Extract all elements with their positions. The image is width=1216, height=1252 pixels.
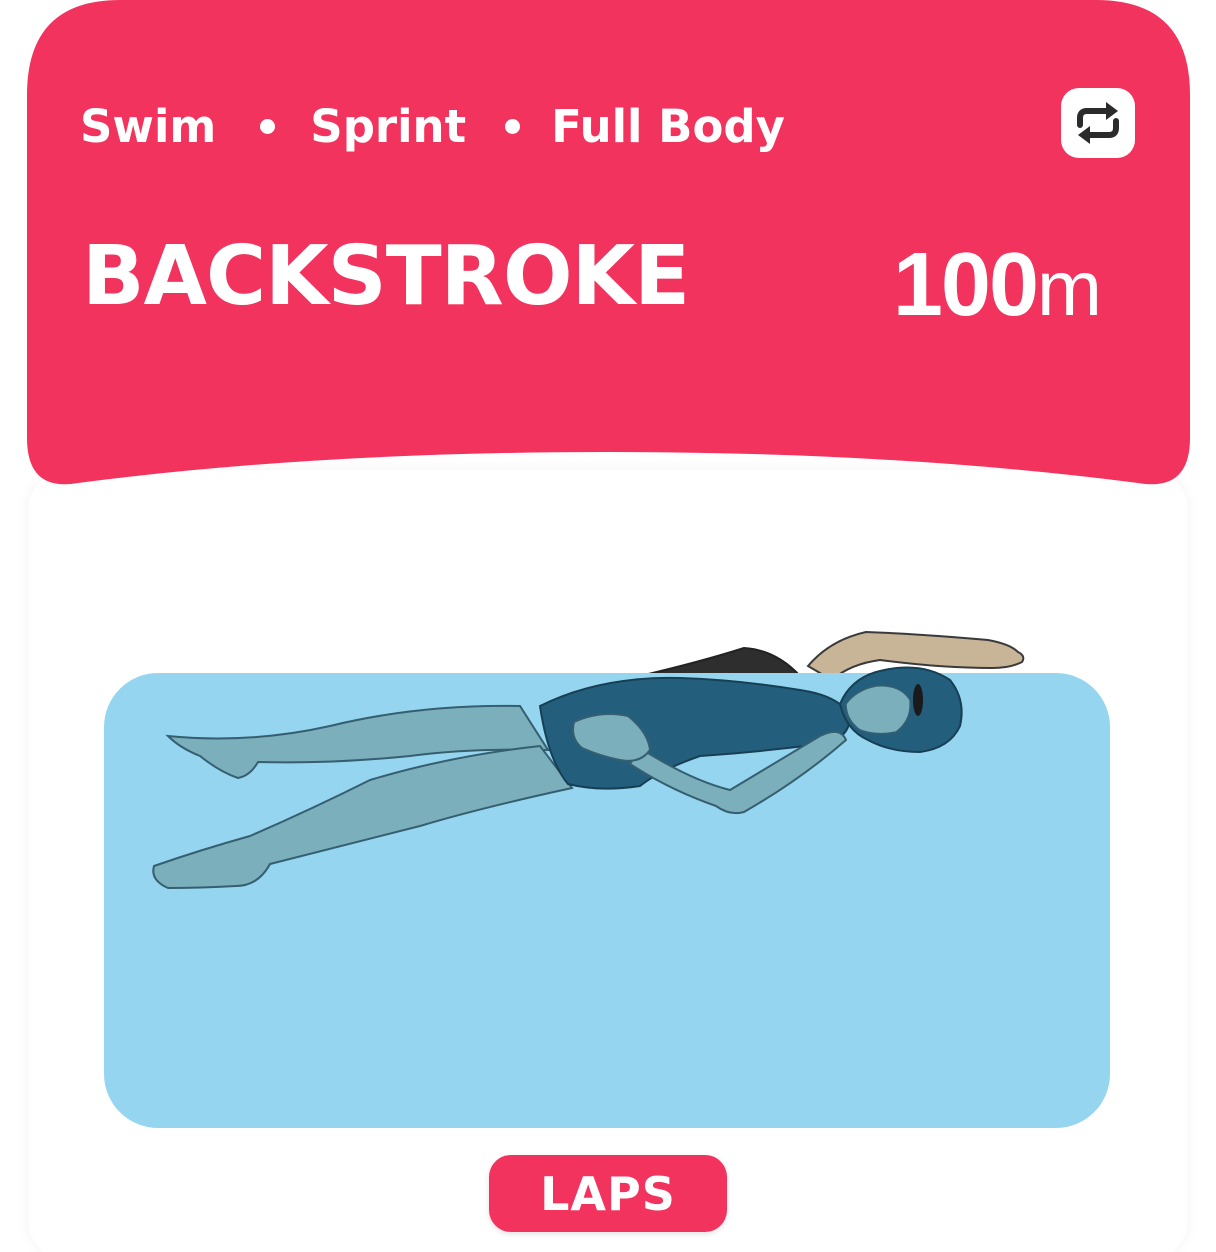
laps-button[interactable]: LAPS	[489, 1155, 727, 1232]
swimmer-illustration	[104, 630, 1110, 1128]
workout-screen: Swim Sprint Full Body BACKSTROKE 100m LA…	[0, 0, 1216, 1252]
